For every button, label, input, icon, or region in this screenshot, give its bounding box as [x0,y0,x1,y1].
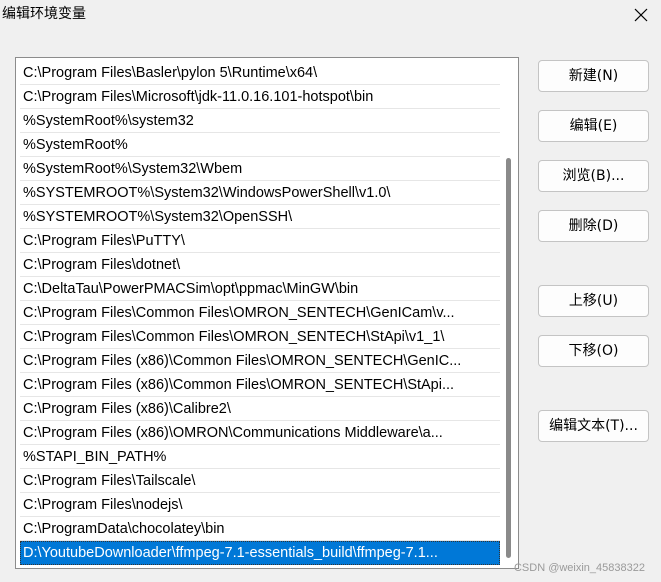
edit-text-button[interactable]: 编辑文本(T)... [538,410,649,442]
list-item[interactable]: C:\Program Files (x86)\Common Files\OMRO… [20,373,500,397]
list-item[interactable]: C:\Program Files (x86)\OMRON\Communicati… [20,421,500,445]
list-item[interactable]: C:\Program Files\Tailscale\ [20,469,500,493]
edit-button[interactable]: 编辑(E) [538,110,649,142]
new-button[interactable]: 新建(N) [538,60,649,92]
list-item[interactable]: C:\ProgramData\chocolatey\bin [20,517,500,541]
list-item[interactable]: C:\Program Files\Common Files\OMRON_SENT… [20,301,500,325]
list-item[interactable]: C:\Program Files\dotnet\ [20,253,500,277]
close-icon [634,8,648,22]
title-bar: 编辑环境变量 [0,0,661,30]
scrollbar-thumb[interactable] [506,158,511,558]
list-item[interactable]: %SYSTEMROOT%\System32\OpenSSH\ [20,205,500,229]
list-item[interactable]: C:\Program Files (x86)\Calibre2\ [20,397,500,421]
move-up-button[interactable]: 上移(U) [538,285,649,317]
list-item[interactable]: D:\YoutubeDownloader\ffmpeg-7.1-essentia… [20,541,500,565]
dialog-title: 编辑环境变量 [2,6,86,22]
list-item[interactable]: C:\Program Files\Microsoft\jdk-11.0.16.1… [20,85,500,109]
list-item[interactable]: %SYSTEMROOT%\System32\WindowsPowerShell\… [20,181,500,205]
close-button[interactable] [629,4,653,26]
watermark: CSDN @weixin_45838322 [513,562,645,574]
list-item[interactable]: C:\Program Files (x86)\Common Files\OMRO… [20,349,500,373]
list-item[interactable]: C:\Program Files\Common Files\OMRON_SENT… [20,325,500,349]
list-item[interactable]: C:\Program Files\nodejs\ [20,493,500,517]
edit-env-variable-dialog: 编辑环境变量 C:\Program Files\Basler\pylon 5\R… [0,0,661,582]
browse-button[interactable]: 浏览(B)... [538,160,649,192]
list-item[interactable]: C:\Program Files\PuTTY\ [20,229,500,253]
move-down-button[interactable]: 下移(O) [538,335,649,367]
list-item[interactable]: %SystemRoot% [20,133,500,157]
list-item[interactable]: %STAPI_BIN_PATH% [20,445,500,469]
list-item[interactable]: C:\Program Files\Basler\pylon 5\Runtime\… [20,61,500,85]
path-list-items: C:\Program Files\Basler\pylon 5\Runtime\… [20,61,500,565]
path-list[interactable]: C:\Program Files\Basler\pylon 5\Runtime\… [15,57,519,569]
list-item[interactable]: %SystemRoot%\System32\Wbem [20,157,500,181]
list-item[interactable]: %SystemRoot%\system32 [20,109,500,133]
delete-button[interactable]: 删除(D) [538,210,649,242]
vertical-scrollbar[interactable] [502,62,514,564]
list-item[interactable]: C:\DeltaTau\PowerPMACSim\opt\ppmac\MinGW… [20,277,500,301]
